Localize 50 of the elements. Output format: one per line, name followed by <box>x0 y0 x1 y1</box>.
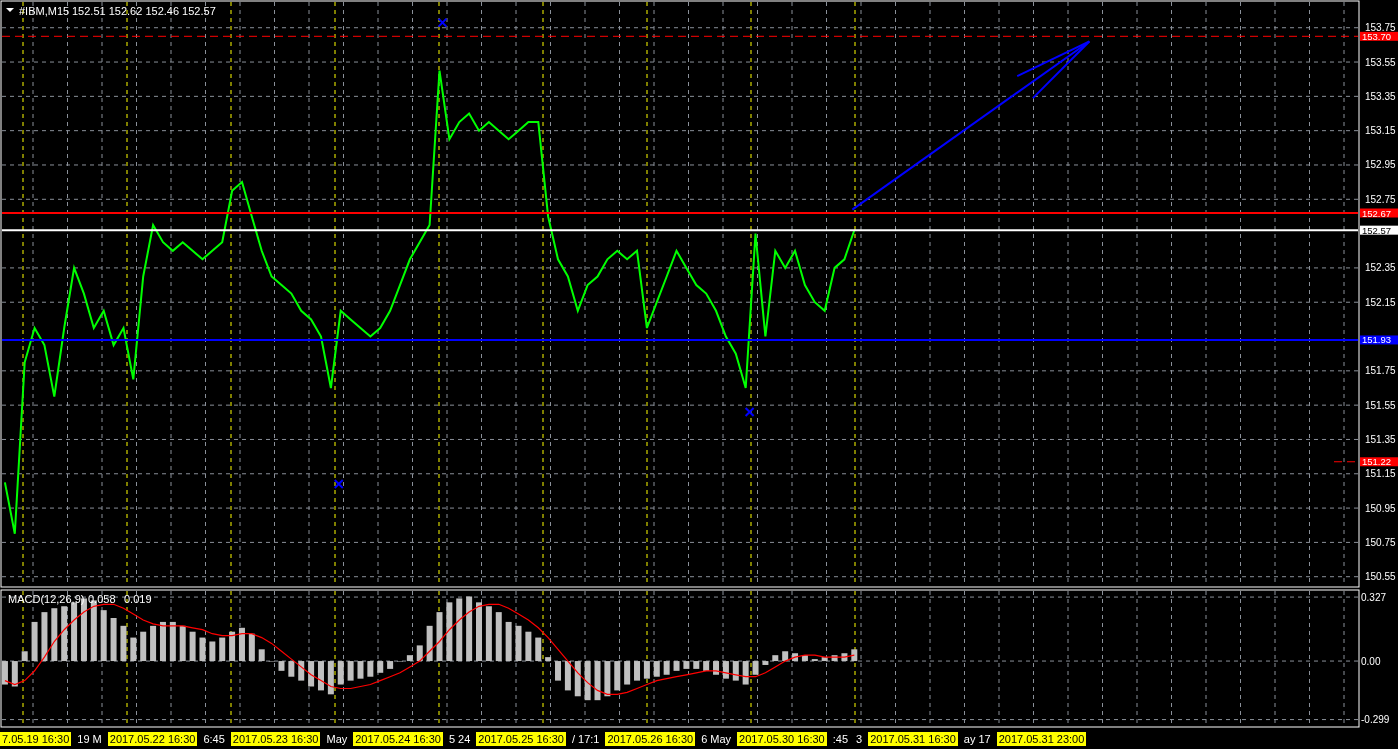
time-label: 6 May <box>700 732 733 746</box>
time-label: 7.05.19 16:30 <box>0 732 72 746</box>
axis-label: 152.75 <box>1365 193 1396 205</box>
price-level-label: 151.93 <box>1360 334 1398 346</box>
axis-label: 150.95 <box>1365 502 1396 514</box>
time-label: 2017.05.31 16:30 <box>868 732 958 746</box>
axis-label: 152.95 <box>1365 159 1396 171</box>
axis-label: 151.15 <box>1365 468 1396 480</box>
axis-label: 151.35 <box>1365 433 1396 445</box>
time-label: 2017.05.31 23:00 <box>996 732 1087 746</box>
ohlc-values: 152.51 152.62 152.46 152.57 <box>72 5 216 17</box>
time-label: 6:45 <box>202 732 226 746</box>
time-label: 5 24 <box>447 732 472 746</box>
ref-line-label: 152.67 <box>1362 207 1392 219</box>
axis-label: 153.35 <box>1365 90 1396 102</box>
axis-label: 150.75 <box>1365 536 1396 548</box>
price-level-label: 151.22 <box>1360 456 1398 468</box>
time-label: :45 <box>831 732 850 746</box>
ref-line-label: 152.57 <box>1362 224 1392 236</box>
axis-label: 151.55 <box>1365 399 1396 411</box>
axis-label: -0.299 <box>1361 714 1390 726</box>
axis-label: 150.55 <box>1365 571 1396 583</box>
axis-label: 153.55 <box>1365 56 1396 68</box>
axis-label: 0.327 <box>1361 591 1387 603</box>
time-label: May <box>325 732 349 746</box>
time-label: 2017.05.22 16:30 <box>107 732 198 746</box>
ref-line-label: 151.22 <box>1362 456 1392 468</box>
axis-label: 153.15 <box>1365 125 1396 137</box>
time-label: 2017.05.24 16:30 <box>353 732 443 746</box>
axis-label: 151.75 <box>1365 365 1396 377</box>
time-label: 2017.05.30 16:30 <box>737 732 827 746</box>
time-label: 3 <box>855 732 864 746</box>
indicator-label: MACD(12,26,9) <box>8 593 85 605</box>
price-level-label: 153.70 <box>1360 30 1398 42</box>
time-label: ay 17 <box>962 732 992 746</box>
dropdown-icon[interactable] <box>6 8 14 12</box>
axis-label: 0.00 <box>1361 655 1381 667</box>
indicator-value: 0.058 <box>88 593 116 605</box>
ref-line-label: 151.93 <box>1362 334 1392 346</box>
time-label: 2017.05.26 16:30 <box>605 732 696 746</box>
time-label: / 17:1 <box>570 732 601 746</box>
symbol-label: #IBM,M15 <box>19 5 70 17</box>
price-level-label: 152.67 <box>1360 207 1398 219</box>
indicator-value: 0.019 <box>124 593 152 605</box>
time-label: 2017.05.23 16:30 <box>230 732 321 746</box>
time-label: 2017.05.25 16:30 <box>476 732 566 746</box>
axis-label: 152.35 <box>1365 262 1396 274</box>
time-label: 19 M <box>76 732 103 746</box>
axis-label: 152.15 <box>1365 296 1396 308</box>
price-level-label: 152.57 <box>1360 224 1398 236</box>
